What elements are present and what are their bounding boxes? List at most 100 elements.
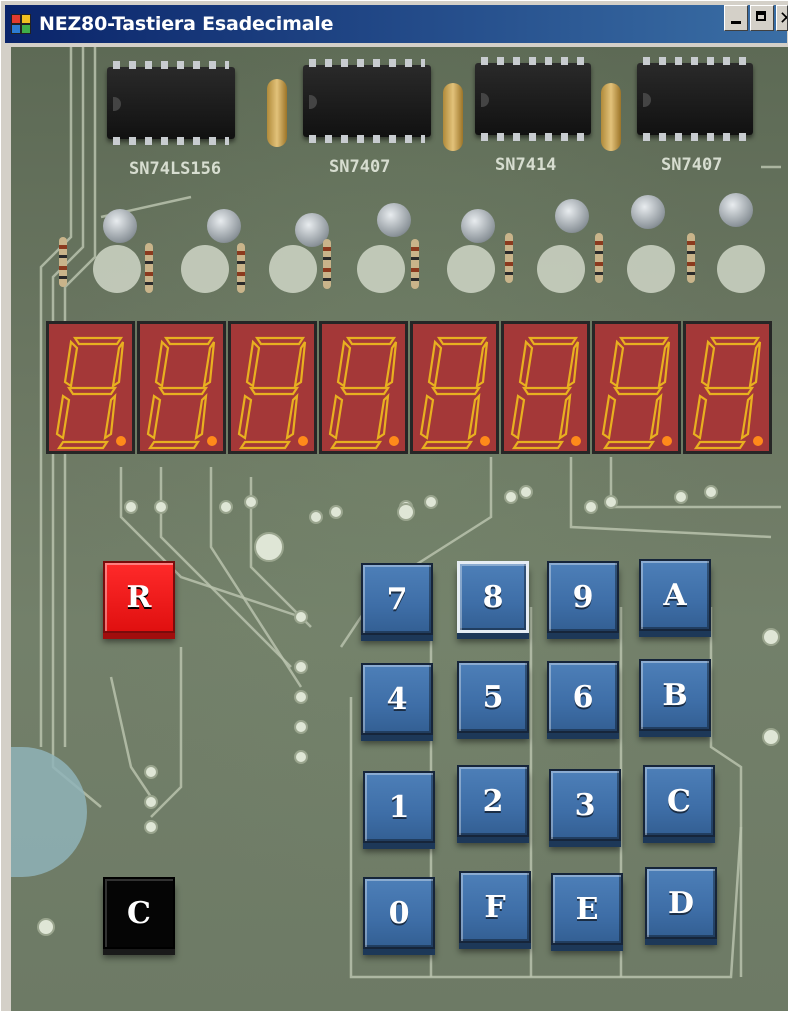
key-label: C bbox=[667, 783, 691, 819]
decimal-point bbox=[480, 436, 490, 446]
resistor bbox=[595, 233, 603, 283]
key-label: E bbox=[575, 891, 599, 927]
transistor bbox=[719, 193, 753, 227]
key-3[interactable]: 3 bbox=[549, 769, 621, 841]
resistor bbox=[505, 233, 513, 283]
display-segment bbox=[194, 393, 208, 441]
decimal-point bbox=[753, 436, 763, 446]
transistor bbox=[631, 195, 665, 229]
key-9[interactable]: 9 bbox=[547, 561, 619, 633]
transistor-pad bbox=[93, 245, 141, 293]
resistor bbox=[411, 239, 419, 289]
display-segment bbox=[384, 341, 398, 389]
transistor bbox=[461, 209, 495, 243]
display-segment bbox=[521, 386, 573, 396]
display-segment bbox=[748, 341, 762, 389]
display-segment bbox=[66, 386, 118, 396]
display-segment bbox=[103, 393, 117, 441]
key-6[interactable]: 6 bbox=[547, 661, 619, 733]
resistor bbox=[237, 243, 245, 293]
display-segment bbox=[703, 386, 755, 396]
key-c[interactable]: C bbox=[643, 765, 715, 837]
display-segment bbox=[558, 393, 572, 441]
key-label: B bbox=[662, 677, 688, 713]
display-segment bbox=[339, 386, 391, 396]
display-segment bbox=[55, 394, 71, 440]
display-segment bbox=[602, 440, 656, 450]
display-segment bbox=[527, 336, 579, 346]
key-b[interactable]: B bbox=[639, 659, 711, 731]
display-segment bbox=[285, 393, 299, 441]
key-label: 5 bbox=[482, 679, 504, 715]
key-0[interactable]: 0 bbox=[363, 877, 435, 949]
display-segment bbox=[709, 336, 761, 346]
display-segment bbox=[63, 339, 79, 388]
display-segment bbox=[154, 339, 170, 388]
pcb-board: SN74LS156 SN7407 SN7414 SN7407 R C 7 8 9… bbox=[11, 47, 788, 1011]
key-2[interactable]: 2 bbox=[457, 765, 529, 837]
chip-label: SN7407 bbox=[329, 157, 391, 177]
title-bar: NEZ80-Tastiera Esadecimale bbox=[5, 5, 787, 43]
key-label: 3 bbox=[574, 787, 596, 823]
key-5[interactable]: 5 bbox=[457, 661, 529, 733]
display-segment bbox=[376, 393, 390, 441]
key-label: 0 bbox=[388, 895, 410, 931]
transistor-pad bbox=[717, 245, 765, 293]
display-segment bbox=[329, 440, 383, 450]
key-label: 1 bbox=[388, 789, 410, 825]
display-segment bbox=[692, 394, 708, 440]
display-segment bbox=[657, 341, 671, 389]
key-label: A bbox=[663, 577, 687, 613]
display-segment bbox=[511, 440, 565, 450]
transistor bbox=[103, 209, 137, 243]
display-segment bbox=[147, 440, 201, 450]
chip-label: SN7414 bbox=[495, 155, 557, 175]
key-8[interactable]: 8 bbox=[457, 561, 529, 633]
display-segment bbox=[254, 336, 306, 346]
key-label: 9 bbox=[572, 579, 594, 615]
reset-button-label: R bbox=[126, 579, 152, 615]
display-segment bbox=[430, 386, 482, 396]
display-segment bbox=[293, 341, 307, 389]
chip-label: SN7407 bbox=[661, 155, 723, 175]
display-segment bbox=[237, 394, 253, 440]
key-d[interactable]: D bbox=[645, 867, 717, 939]
key-1[interactable]: 1 bbox=[363, 771, 435, 843]
display-segment bbox=[157, 386, 209, 396]
key-7[interactable]: 7 bbox=[361, 563, 433, 635]
clear-button-label: C bbox=[127, 895, 151, 931]
resistor bbox=[145, 243, 153, 293]
transistor-pad bbox=[627, 245, 675, 293]
transistor bbox=[377, 203, 411, 237]
key-label: F bbox=[484, 889, 506, 925]
key-f[interactable]: F bbox=[459, 871, 531, 943]
minimize-icon[interactable] bbox=[724, 5, 748, 31]
app-window: NEZ80-Tastiera Esadecimale ✕ SN74LS156 S… bbox=[0, 0, 788, 1011]
window-controls bbox=[722, 5, 788, 31]
decimal-point bbox=[389, 436, 399, 446]
display-segment bbox=[436, 336, 488, 346]
close-icon[interactable] bbox=[776, 5, 788, 31]
reset-button[interactable]: R bbox=[103, 561, 175, 633]
transistor-pad bbox=[357, 245, 405, 293]
transistor bbox=[555, 199, 589, 233]
display-segment bbox=[467, 393, 481, 441]
chip-label: SN74LS156 bbox=[129, 159, 222, 179]
capacitor bbox=[267, 79, 287, 147]
display-segment bbox=[419, 394, 435, 440]
key-label: 6 bbox=[572, 679, 594, 715]
key-4[interactable]: 4 bbox=[361, 663, 433, 735]
display-digit bbox=[501, 321, 590, 454]
display-segment bbox=[72, 336, 124, 346]
resistor bbox=[323, 239, 331, 289]
key-a[interactable]: A bbox=[639, 559, 711, 631]
capacitor bbox=[601, 83, 621, 151]
clear-button[interactable]: C bbox=[103, 877, 175, 949]
display-segment bbox=[345, 336, 397, 346]
key-e[interactable]: E bbox=[551, 873, 623, 945]
decimal-point bbox=[298, 436, 308, 446]
display-segment bbox=[420, 440, 474, 450]
ic-chip bbox=[107, 61, 235, 145]
display-segment bbox=[475, 341, 489, 389]
maximize-icon[interactable] bbox=[750, 5, 774, 31]
